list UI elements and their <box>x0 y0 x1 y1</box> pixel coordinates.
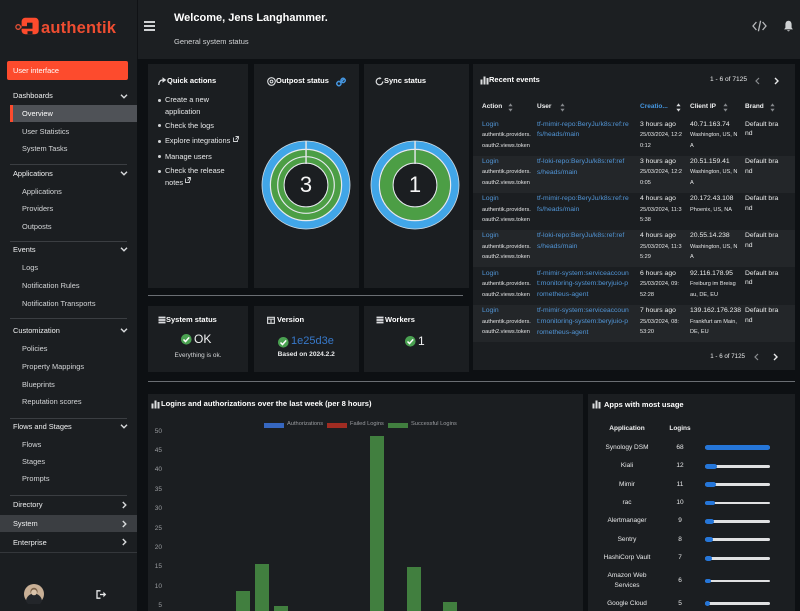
svg-text:authentik: authentik <box>41 19 117 37</box>
